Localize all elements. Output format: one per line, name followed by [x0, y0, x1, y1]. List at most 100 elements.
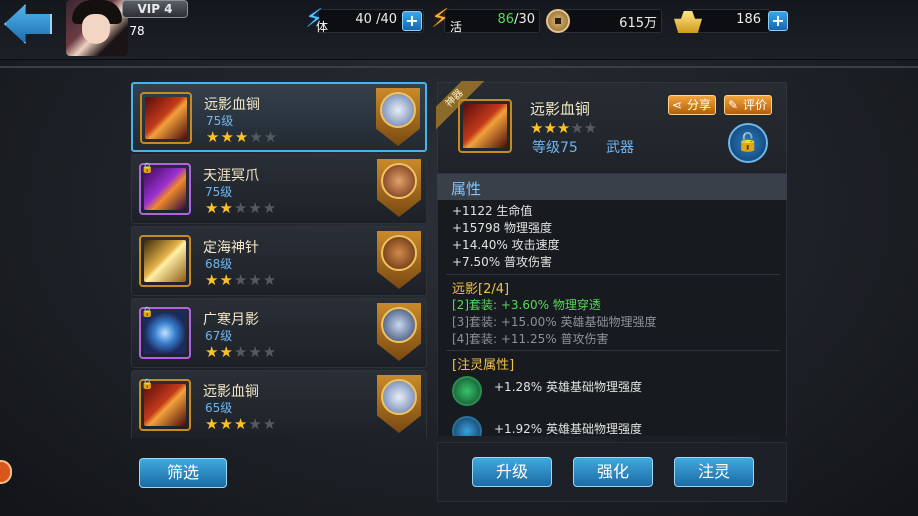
staff-thumbnail-icon	[139, 235, 191, 287]
hero-portrait-icon	[377, 231, 421, 289]
item-level: 75级	[206, 114, 234, 128]
detail-header: 神器 远影血锏 ★★★★★ 等级75 武器 ⋖ 分享 ✎ 评价 🔓	[436, 81, 787, 174]
spirit-orb-icon	[452, 416, 482, 436]
action-bar: 升级 强化 注灵	[437, 442, 787, 502]
edit-icon: ✎	[728, 98, 739, 112]
infuse-button[interactable]: 注灵	[674, 457, 754, 487]
vigor-max: /30	[514, 12, 535, 27]
upgrade-button[interactable]: 升级	[472, 457, 552, 487]
star-rating: ★★★★★	[205, 271, 278, 289]
detail-type: 武器	[606, 140, 634, 156]
hero-portrait-icon	[377, 303, 421, 361]
attributes-scroll[interactable]: +1122 生命值 +15798 物理强度 +14.40% 攻击速度 +7.50…	[437, 200, 787, 436]
spirit-orb-icon	[452, 376, 482, 406]
weapon-art	[144, 384, 186, 426]
share-button[interactable]: ⋖ 分享	[668, 95, 717, 115]
spirit-stat: +1.92% 英雄基础物理强度	[494, 422, 642, 436]
hero-face	[381, 163, 417, 199]
base-stat: +14.40% 攻击速度	[452, 238, 560, 252]
equipment-item[interactable]: 🔒 远影血锏 65级 ★★★★★	[131, 370, 427, 438]
item-level: 67级	[205, 329, 233, 343]
hero-face	[381, 379, 417, 415]
filter-button[interactable]: 筛选	[139, 458, 227, 488]
star-rating: ★★★★★	[205, 415, 278, 433]
spirit-title: [注灵属性]	[452, 358, 515, 373]
star-rating: ★★★★★	[206, 128, 279, 146]
selected-weapon-art	[463, 104, 507, 148]
staff-art	[144, 240, 186, 282]
item-level: 68级	[205, 257, 233, 271]
base-stat: +1122 生命值	[452, 204, 533, 218]
lock-icon: 🔒	[141, 379, 154, 390]
avatar-face	[82, 14, 110, 44]
spirit-stat: +1.28% 英雄基础物理强度	[494, 380, 642, 394]
lock-icon: 🔒	[141, 307, 154, 318]
detail-level: 等级75	[532, 140, 578, 156]
hero-face	[380, 92, 416, 128]
item-name: 远影血锏	[203, 384, 259, 400]
player-level: 78	[129, 24, 145, 38]
detail-name: 远影血锏	[530, 100, 591, 118]
set-title: 远影[2/4]	[452, 282, 510, 297]
add-stamina-button[interactable]: +	[402, 11, 422, 31]
divider	[446, 350, 780, 351]
review-label: 评价	[743, 98, 768, 112]
weapon-art	[145, 97, 187, 139]
item-level: 75级	[205, 185, 233, 199]
lock-icon: 🔒	[141, 163, 154, 174]
unlock-icon[interactable]: 🔓	[728, 123, 768, 163]
equipment-item[interactable]: 远影血锏 75级 ★★★★★	[131, 82, 427, 152]
set-bonus-inactive: [3]套装: +15.00% 英雄基础物理强度	[452, 315, 657, 329]
share-icon: ⋖	[672, 98, 683, 112]
detail-star-rating: ★★★★★	[530, 119, 598, 137]
claw-thumbnail-icon: 🔒	[139, 163, 191, 215]
equipment-list[interactable]: 远影血锏 75级 ★★★★★ 🔒 天涯冥爪 75级 ★★★★★ 定海神针 68级…	[131, 82, 427, 438]
vigor-value: 86/30	[498, 12, 535, 27]
item-name: 远影血锏	[204, 97, 260, 113]
share-label: 分享	[687, 98, 712, 112]
star-rating: ★★★★★	[205, 343, 278, 361]
stamina-value: 40 /40	[355, 12, 397, 27]
base-stat: +15798 物理强度	[452, 221, 553, 235]
vip-badge[interactable]: VIP 4	[122, 0, 188, 18]
moon-blade-thumbnail-icon: 🔒	[139, 307, 191, 359]
star-rating: ★★★★★	[205, 199, 278, 217]
copper-coin-icon	[546, 9, 570, 33]
weapon-thumbnail-icon	[140, 92, 192, 144]
divider	[446, 274, 780, 275]
review-button[interactable]: ✎ 评价	[724, 95, 773, 115]
stamina-label: 体	[316, 20, 329, 34]
top-bar: VIP 4 78 ⚡ 40 /40 体 + ⚡ 86/30 活 615万 186…	[0, 0, 918, 60]
base-stat: +7.50% 普攻伤害	[452, 255, 552, 269]
item-name: 天涯冥爪	[203, 168, 259, 184]
hero-portrait-icon	[377, 159, 421, 217]
item-level: 65级	[205, 401, 233, 415]
enhance-button[interactable]: 强化	[573, 457, 653, 487]
vigor-current: 86	[497, 12, 515, 27]
weapon-thumbnail-icon: 🔒	[139, 379, 191, 431]
attributes-header: 属性	[437, 174, 787, 200]
hero-face	[381, 307, 417, 343]
equipment-detail-panel: 神器 远影血锏 ★★★★★ 等级75 武器 ⋖ 分享 ✎ 评价 🔓 属性 +1122…	[436, 81, 787, 502]
selected-weapon-icon	[458, 99, 512, 153]
hero-portrait-icon	[377, 375, 421, 433]
ingot-value: 186	[736, 12, 761, 27]
item-name: 广寒月影	[203, 312, 259, 328]
equipment-item[interactable]: 🔒 天涯冥爪 75级 ★★★★★	[131, 154, 427, 224]
set-bonus-active: [2]套装: +3.60% 物理穿透	[452, 298, 601, 312]
hero-face	[381, 235, 417, 271]
equipment-item[interactable]: 🔒 广寒月影 67级 ★★★★★	[131, 298, 427, 368]
copper-display: 615万	[560, 9, 662, 33]
item-name: 定海神针	[203, 240, 259, 256]
vigor-label: 活	[450, 20, 463, 34]
claw-art	[144, 168, 186, 210]
equipment-item[interactable]: 定海神针 68级 ★★★★★	[131, 226, 427, 296]
set-bonus-inactive: [4]套装: +11.25% 普攻伤害	[452, 332, 609, 346]
back-arrow-icon[interactable]	[4, 4, 52, 44]
player-avatar[interactable]	[66, 0, 128, 56]
moon-blade-art	[144, 312, 186, 354]
add-ingot-button[interactable]: +	[768, 11, 788, 31]
attributes-title: 属性	[451, 180, 482, 198]
game-screen: VIP 4 78 ⚡ 40 /40 体 + ⚡ 86/30 活 615万 186…	[0, 0, 918, 516]
hero-portrait-icon	[376, 88, 420, 146]
